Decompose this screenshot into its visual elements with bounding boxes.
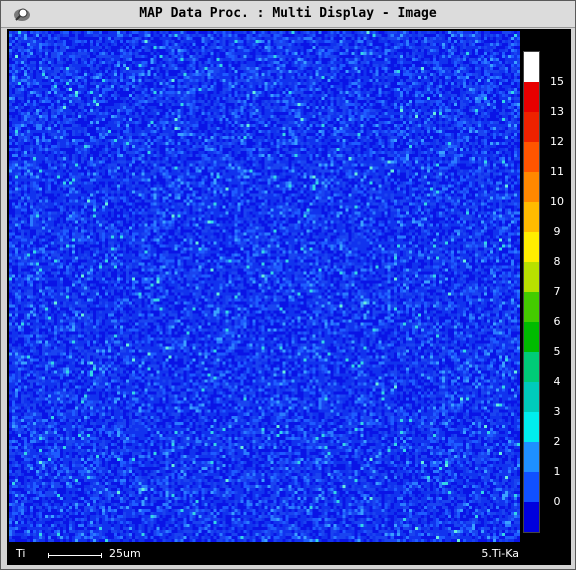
color-scale-segment xyxy=(524,82,539,112)
color-scale-label: 1 xyxy=(553,465,561,478)
color-scale-label: 6 xyxy=(553,315,561,328)
color-scale-label: 3 xyxy=(553,405,561,418)
color-scale-label: 10 xyxy=(550,195,564,208)
color-scale-segment xyxy=(524,502,539,532)
map-display-window: MAP Data Proc. : Multi Display - Image 1… xyxy=(0,0,576,570)
color-scale-label: 13 xyxy=(550,105,564,118)
map-canvas[interactable] xyxy=(9,31,520,542)
color-scale-bar xyxy=(523,51,540,533)
color-scale-segment xyxy=(524,112,539,142)
color-scale-segment xyxy=(524,202,539,232)
color-scale-segment xyxy=(524,352,539,382)
color-scale-segment xyxy=(524,172,539,202)
element-map-image[interactable] xyxy=(9,31,520,542)
color-scale-label: 12 xyxy=(550,135,564,148)
color-scale-segment xyxy=(524,322,539,352)
color-scale-segment xyxy=(524,52,539,82)
scale-bar xyxy=(48,553,102,559)
color-scale-label: 5 xyxy=(553,345,561,358)
color-scale-segment xyxy=(524,382,539,412)
color-scale-label: 7 xyxy=(553,285,561,298)
color-scale-label: 9 xyxy=(553,225,561,238)
channel-label: 5.Ti-Ka xyxy=(481,547,519,560)
color-scale-label: 0 xyxy=(553,495,561,508)
color-scale-label: 4 xyxy=(553,375,561,388)
map-footer: Ti 25um 5.Ti-Ka xyxy=(7,543,521,565)
color-scale-segment xyxy=(524,142,539,172)
scale-label: 25um xyxy=(109,547,141,560)
color-scale-segment xyxy=(524,292,539,322)
color-scale-segment xyxy=(524,262,539,292)
display-area: 15 13 12 11 10 9 8 7 6 5 4 3 2 1 0 Ti 25um 5.Ti-Ka xyxy=(7,29,571,565)
color-scale-segment xyxy=(524,442,539,472)
title-bar[interactable]: MAP Data Proc. : Multi Display - Image xyxy=(1,1,575,28)
color-scale-label: 2 xyxy=(553,435,561,448)
color-scale-label: 15 xyxy=(550,75,564,88)
element-label: Ti xyxy=(16,547,26,560)
color-scale-segment xyxy=(524,412,539,442)
window-title: MAP Data Proc. : Multi Display - Image xyxy=(139,6,437,21)
color-scale-label: 11 xyxy=(550,165,564,178)
color-scale-label: 8 xyxy=(553,255,561,268)
color-scale-segment xyxy=(524,232,539,262)
color-scale-segment xyxy=(524,472,539,502)
